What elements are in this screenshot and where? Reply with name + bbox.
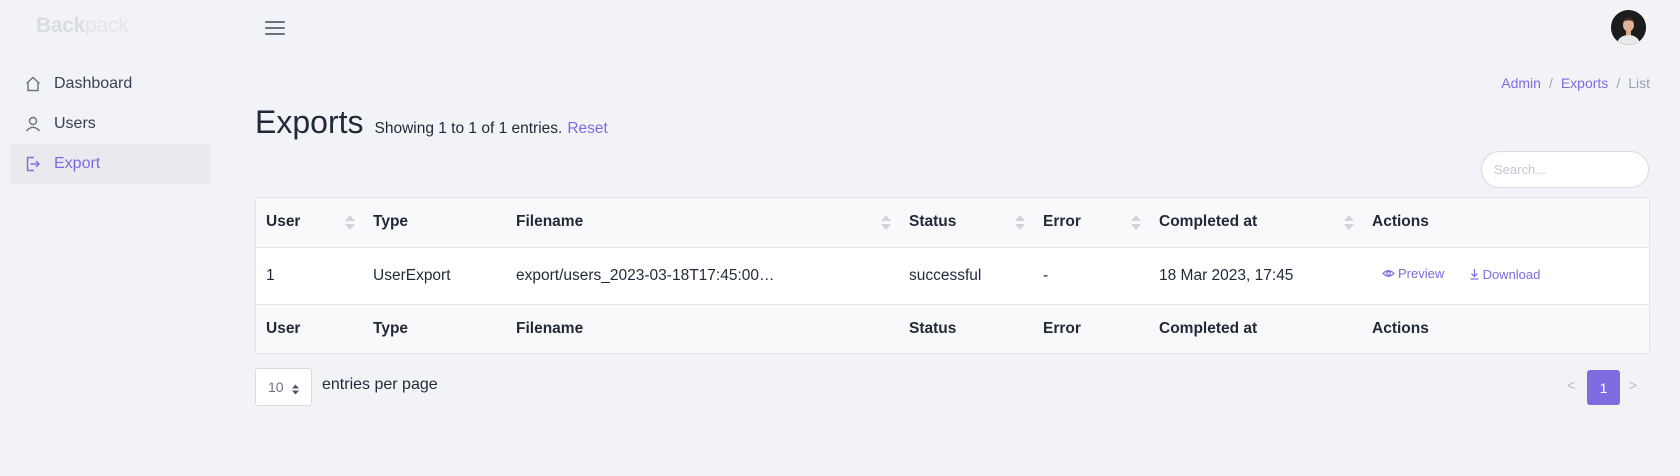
page-header: Exports Showing 1 to 1 of 1 entries. Res… bbox=[255, 104, 608, 141]
sidebar-item-export[interactable]: Export bbox=[10, 144, 210, 184]
column-header-error[interactable]: Error bbox=[1033, 198, 1149, 247]
pagination-page-current[interactable]: 1 bbox=[1587, 370, 1620, 405]
download-button[interactable]: Download bbox=[1469, 267, 1540, 282]
column-header-filename[interactable]: Filename bbox=[506, 198, 899, 247]
table-footer-row: User Type Filename Status Error Complete… bbox=[256, 304, 1649, 353]
footer-header-filename: Filename bbox=[516, 319, 584, 337]
footer-header-actions: Actions bbox=[1372, 319, 1429, 337]
footer-header-completed-at: Completed at bbox=[1159, 319, 1258, 337]
sort-icon bbox=[881, 214, 891, 232]
column-header-type: Type bbox=[373, 213, 409, 231]
cell-user: 1 bbox=[266, 266, 275, 284]
entries-info: Showing 1 to 1 of 1 entries. bbox=[374, 120, 563, 137]
sidebar-item-label: Export bbox=[54, 155, 101, 172]
column-header-actions: Actions bbox=[1372, 213, 1429, 231]
pagination-next[interactable]: > bbox=[1629, 377, 1637, 393]
pagination-prev[interactable]: < bbox=[1567, 377, 1575, 393]
brand-logo-part1: Back bbox=[36, 14, 86, 37]
brand-logo[interactable]: Backpack bbox=[36, 14, 128, 38]
sidebar: Dashboard Users Export bbox=[10, 64, 210, 184]
cell-status: successful bbox=[909, 266, 982, 284]
download-icon bbox=[1470, 269, 1479, 280]
reset-link[interactable]: Reset bbox=[567, 120, 608, 138]
sidebar-item-dashboard[interactable]: Dashboard bbox=[10, 64, 210, 104]
per-page-value: 10 bbox=[268, 379, 284, 395]
cell-error: - bbox=[1043, 266, 1049, 284]
preview-button[interactable]: Preview bbox=[1382, 266, 1444, 281]
sidebar-item-label: Users bbox=[54, 115, 96, 132]
breadcrumb: Admin / Exports / List bbox=[1501, 75, 1650, 91]
footer-header-type: Type bbox=[373, 319, 409, 337]
select-arrows-icon bbox=[292, 382, 299, 398]
cell-type: UserExport bbox=[373, 266, 451, 284]
sidebar-item-label: Dashboard bbox=[54, 75, 133, 92]
eye-icon bbox=[1382, 270, 1395, 277]
per-page-select[interactable]: 10 bbox=[255, 368, 312, 406]
column-header-user[interactable]: User bbox=[256, 198, 363, 247]
menu-toggle-icon[interactable] bbox=[265, 20, 285, 36]
breadcrumb-current: List bbox=[1628, 75, 1650, 91]
footer-header-error: Error bbox=[1043, 319, 1081, 337]
footer-header-status: Status bbox=[909, 319, 957, 337]
user-avatar[interactable] bbox=[1611, 10, 1646, 45]
sort-icon bbox=[345, 214, 355, 232]
sort-icon bbox=[1131, 214, 1141, 232]
table-header-row: User Type Filename Status Error Complete… bbox=[256, 198, 1649, 247]
home-icon bbox=[24, 75, 42, 93]
export-icon bbox=[24, 155, 42, 173]
search-input[interactable] bbox=[1481, 151, 1649, 188]
sort-icon bbox=[1015, 214, 1025, 232]
sidebar-item-users[interactable]: Users bbox=[10, 104, 210, 144]
sort-icon bbox=[1344, 214, 1354, 232]
page-title: Exports bbox=[255, 104, 364, 140]
footer-header-user: User bbox=[266, 319, 301, 337]
exports-table: User Type Filename Status Error Complete… bbox=[255, 197, 1650, 354]
cell-filename: export/users_2023-03-18T17:45:00… bbox=[516, 266, 775, 284]
breadcrumb-exports[interactable]: Exports bbox=[1561, 75, 1608, 91]
brand-logo-part2: pack bbox=[85, 14, 129, 37]
column-header-completed-at[interactable]: Completed at bbox=[1149, 198, 1362, 247]
per-page-label: entries per page bbox=[322, 376, 438, 393]
cell-completed-at: 18 Mar 2023, 17:45 bbox=[1159, 266, 1294, 284]
cell-actions: Preview Download bbox=[1362, 247, 1649, 304]
breadcrumb-admin[interactable]: Admin bbox=[1501, 75, 1541, 91]
user-icon bbox=[24, 115, 42, 133]
table-row: 1 UserExport export/users_2023-03-18T17:… bbox=[256, 247, 1649, 304]
column-header-status[interactable]: Status bbox=[899, 198, 1033, 247]
